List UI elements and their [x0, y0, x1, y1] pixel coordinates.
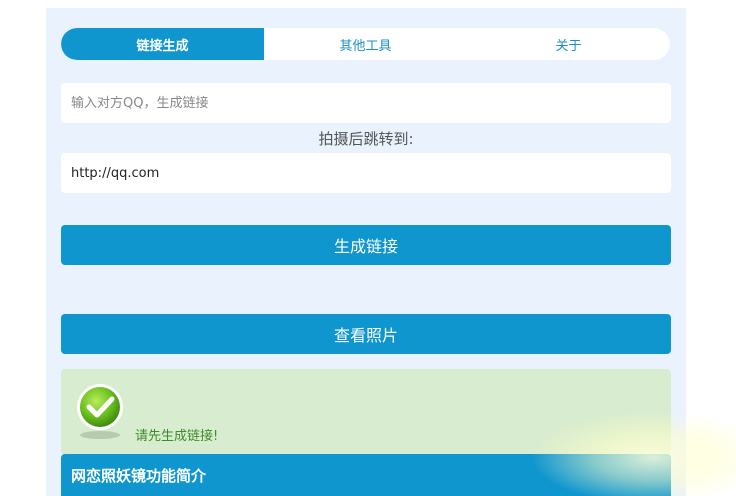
- status-alert: 请先生成链接!: [61, 369, 671, 455]
- view-photos-button[interactable]: 查看照片: [61, 314, 671, 354]
- tab-other-tools[interactable]: 其他工具: [264, 28, 467, 60]
- main-panel: 链接生成 其他工具 关于 拍摄后跳转到: 生成链接 查看照片 请先生成链接! 网…: [46, 8, 686, 496]
- tab-about[interactable]: 关于: [467, 28, 670, 60]
- intro-heading: 网恋照妖镜功能简介: [61, 454, 671, 496]
- redirect-label: 拍摄后跳转到:: [318, 130, 414, 148]
- alert-message: 请先生成链接!: [135, 429, 219, 444]
- redirect-url-input[interactable]: [61, 153, 671, 193]
- qq-input[interactable]: [61, 83, 671, 123]
- tab-link-generate[interactable]: 链接生成: [61, 28, 264, 60]
- check-icon: [77, 384, 123, 439]
- generate-link-button[interactable]: 生成链接: [61, 225, 671, 265]
- tab-bar: 链接生成 其他工具 关于: [61, 28, 670, 60]
